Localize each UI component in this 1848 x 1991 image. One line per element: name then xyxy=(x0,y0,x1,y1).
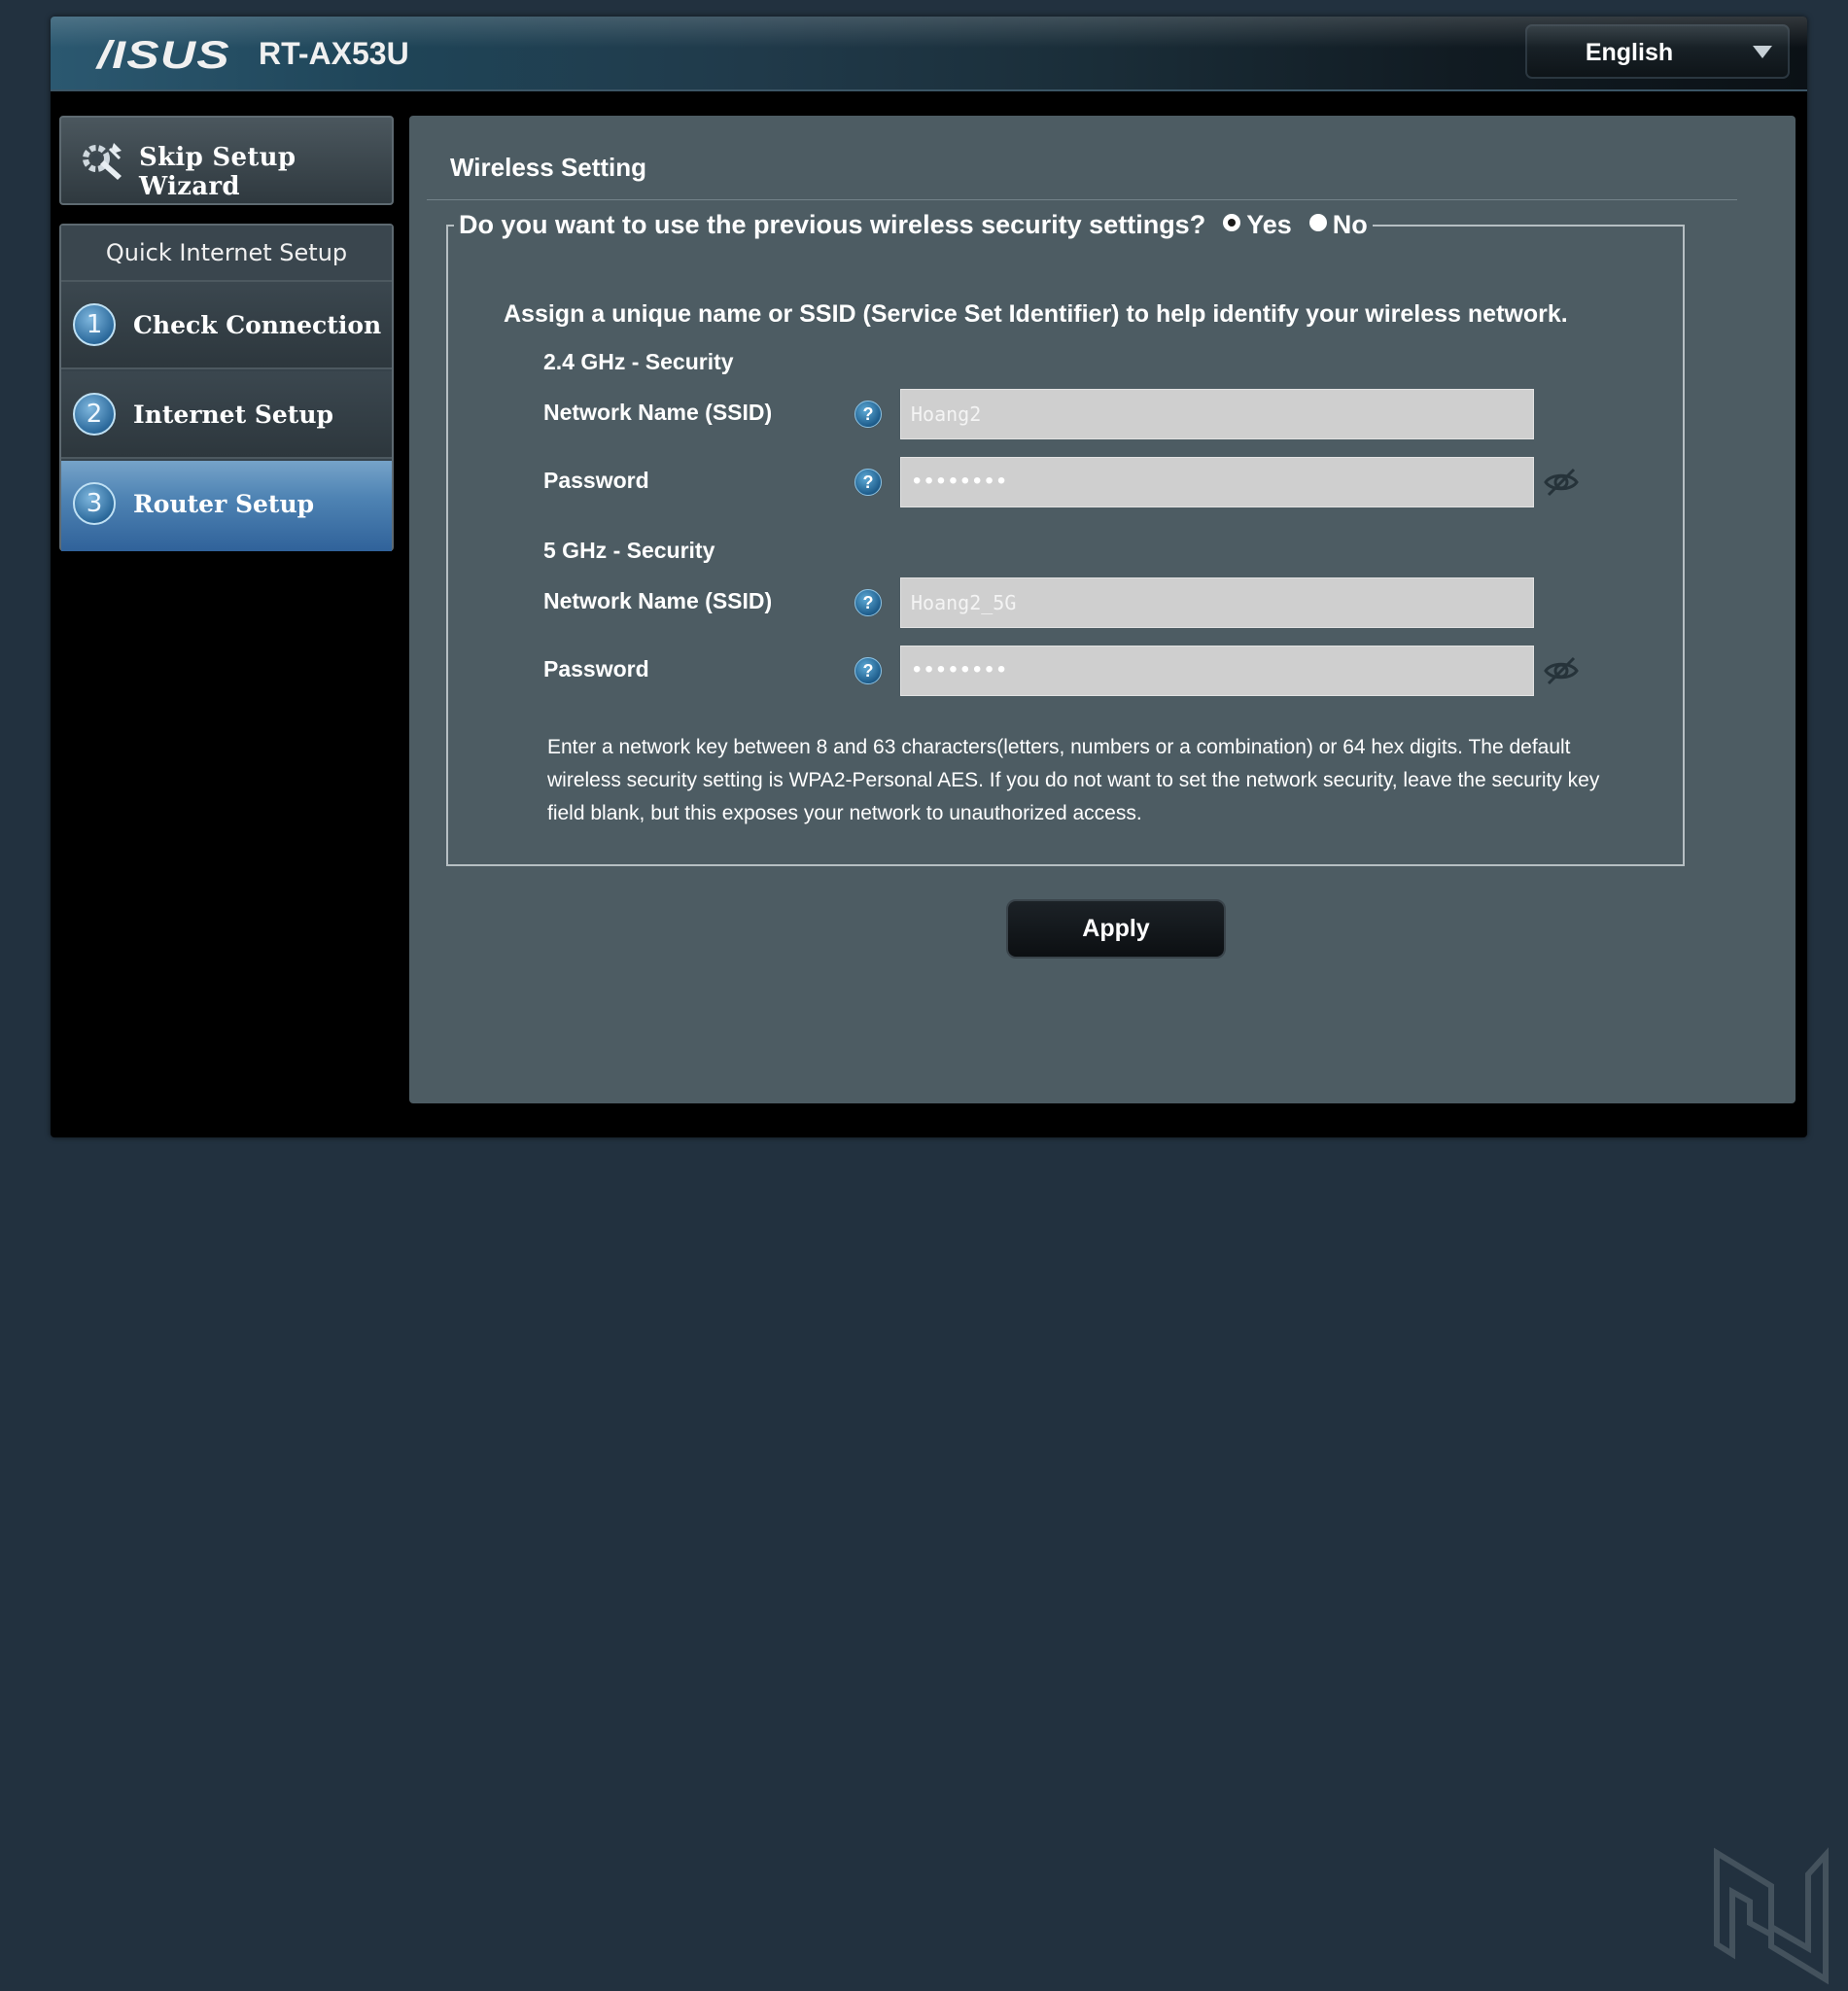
quick-internet-setup-menu: Quick Internet Setup 1 Check Connection … xyxy=(59,224,394,551)
language-select[interactable]: English xyxy=(1525,24,1790,79)
header-bar: /ISUS RT-AX53U English xyxy=(51,17,1807,91)
step-label: Internet Setup xyxy=(133,401,333,429)
password-24-input[interactable]: •••••••• xyxy=(900,457,1534,507)
apply-button[interactable]: Apply xyxy=(1006,899,1226,959)
ssid-5-label: Network Name (SSID) xyxy=(543,588,773,613)
password-5-label: Password xyxy=(543,656,649,681)
chevron-down-icon xyxy=(1753,46,1772,58)
assign-ssid-instruction: Assign a unique name or SSID (Service Se… xyxy=(504,300,1568,328)
network-key-note: Enter a network key between 8 and 63 cha… xyxy=(547,736,1600,824)
language-value: English xyxy=(1585,39,1674,66)
router-model: RT-AX53U xyxy=(259,36,409,71)
ssid-5-input[interactable] xyxy=(900,577,1534,628)
eye-slash-icon[interactable] xyxy=(1542,651,1581,690)
step-number-badge: 1 xyxy=(73,303,116,346)
skip-setup-wizard-label: Skip Setup Wizard xyxy=(139,143,296,201)
router-main-frame: /ISUS RT-AX53U English Skip Setup Wizard… xyxy=(51,17,1807,1137)
previous-settings-question: Do you want to use the previous wireless… xyxy=(454,208,1373,241)
asus-logo: /ISUS xyxy=(97,34,230,77)
step-number-badge: 3 xyxy=(73,482,116,525)
password-24-label: Password xyxy=(543,468,649,493)
skip-setup-wizard-button[interactable]: Skip Setup Wizard xyxy=(59,116,394,205)
ssid-24-label: Network Name (SSID) xyxy=(543,400,773,425)
page-title: Wireless Setting xyxy=(450,153,647,182)
step-internet-setup[interactable]: 2 Internet Setup xyxy=(61,371,392,459)
ssid-24-input[interactable] xyxy=(900,389,1534,439)
wizard-wrench-icon xyxy=(83,143,122,180)
no-radio-label[interactable]: No xyxy=(1333,208,1368,241)
quick-internet-setup-title: Quick Internet Setup xyxy=(61,226,392,282)
help-icon[interactable]: ? xyxy=(854,589,882,616)
question-text: Do you want to use the previous wireless… xyxy=(459,210,1206,239)
help-icon[interactable]: ? xyxy=(854,469,882,496)
help-icon[interactable]: ? xyxy=(854,401,882,428)
step-label: Router Setup xyxy=(133,490,315,518)
step-router-setup[interactable]: 3 Router Setup xyxy=(61,461,392,551)
watermark-logo xyxy=(1714,1847,1829,1985)
password-5-input[interactable]: •••••••• xyxy=(900,646,1534,696)
wireless-setting-panel: Wireless Setting Do you want to use the … xyxy=(409,116,1796,1103)
help-icon[interactable]: ? xyxy=(854,657,882,684)
band-5-heading: 5 GHz - Security xyxy=(543,538,715,563)
band-24-heading: 2.4 GHz - Security xyxy=(543,349,734,374)
step-check-connection[interactable]: 1 Check Connection xyxy=(61,282,392,369)
step-number-badge: 2 xyxy=(73,393,116,436)
title-divider xyxy=(427,199,1737,200)
step-label: Check Connection xyxy=(133,311,382,339)
yes-radio[interactable] xyxy=(1223,214,1241,231)
eye-slash-icon[interactable] xyxy=(1542,463,1581,502)
yes-radio-label[interactable]: Yes xyxy=(1246,208,1292,241)
no-radio[interactable] xyxy=(1308,214,1327,231)
